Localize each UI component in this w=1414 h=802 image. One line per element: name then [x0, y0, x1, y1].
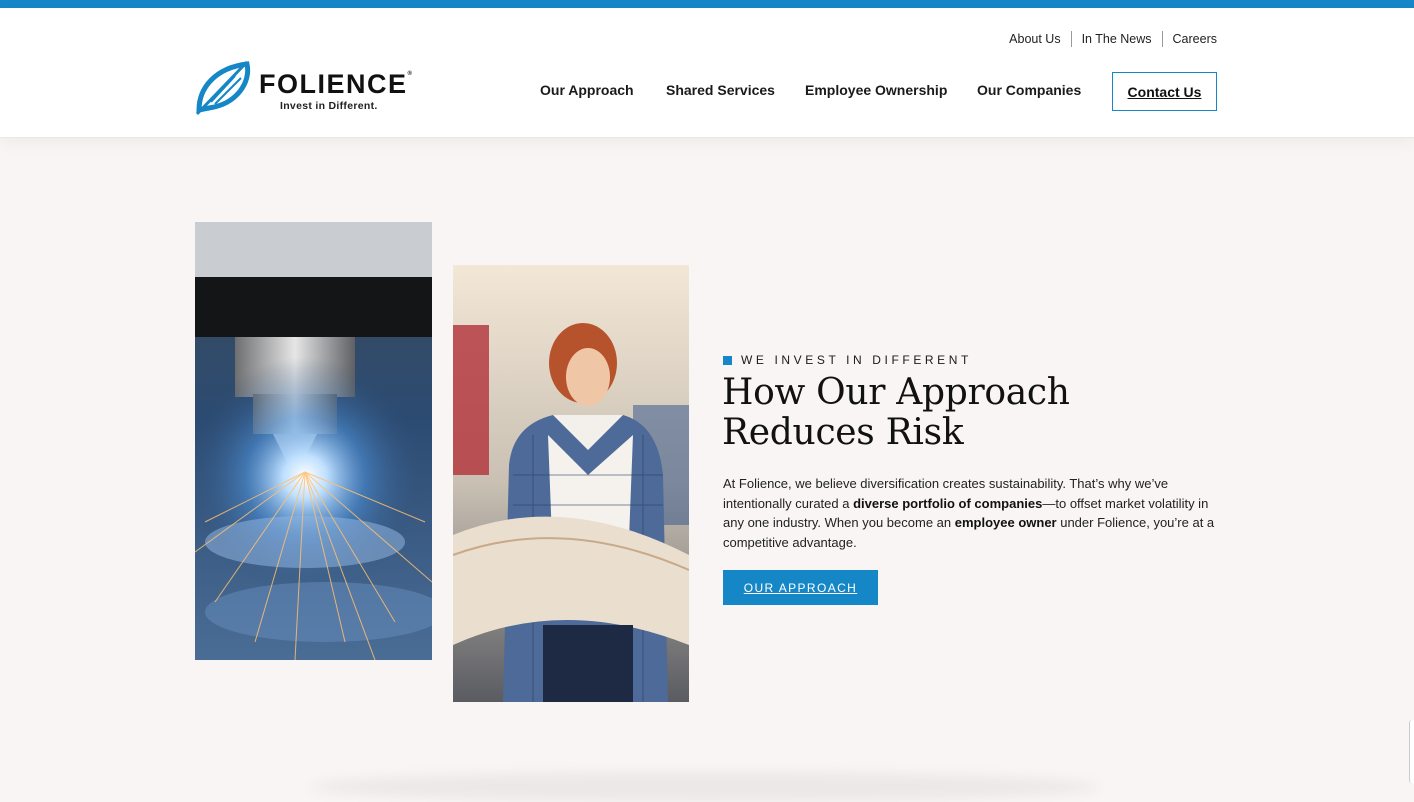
utility-link-in-the-news[interactable]: In The News	[1070, 31, 1162, 47]
nav-our-companies[interactable]: Our Companies	[977, 82, 1081, 98]
leaf-logo-icon	[195, 60, 251, 116]
nav-our-approach[interactable]: Our Approach	[540, 82, 634, 98]
section-eyebrow: WE INVEST IN DIFFERENT	[723, 353, 972, 367]
nav-employee-ownership[interactable]: Employee Ownership	[805, 82, 947, 98]
section-heading: How Our Approach Reduces Risk	[722, 372, 1070, 453]
utility-nav: About Us In The News Careers	[999, 31, 1217, 47]
top-accent-bar	[0, 0, 1414, 8]
diverse-portfolio-emphasis: diverse portfolio of companies	[853, 495, 1043, 511]
our-approach-button[interactable]: OUR APPROACH	[723, 570, 878, 605]
brand-tagline: Invest in Different.	[280, 100, 378, 112]
laser-cutter-sparks-photo	[195, 222, 432, 660]
utility-link-about-us[interactable]: About Us	[999, 31, 1070, 47]
employee-owner-emphasis: employee owner	[954, 515, 1057, 530]
eyebrow-square-icon	[723, 355, 732, 365]
woman-reviewing-blueprint-photo	[453, 265, 689, 702]
site-header: About Us In The News Careers FOLIENCE® I…	[0, 8, 1414, 138]
section-body-text: At Folience, we believe diversification …	[723, 476, 1215, 550]
side-widget-tab[interactable]	[1409, 720, 1414, 783]
nav-shared-services[interactable]: Shared Services	[666, 82, 775, 98]
contact-us-button[interactable]: Contact Us	[1112, 72, 1217, 111]
brand-wordmark: FOLIENCE®	[259, 69, 412, 99]
next-section-shadow	[310, 772, 1100, 802]
eyebrow-text: WE INVEST IN DIFFERENT	[741, 353, 972, 367]
utility-link-careers[interactable]: Careers	[1161, 31, 1217, 47]
brand-logo[interactable]: FOLIENCE® Invest in Different.	[195, 58, 412, 116]
